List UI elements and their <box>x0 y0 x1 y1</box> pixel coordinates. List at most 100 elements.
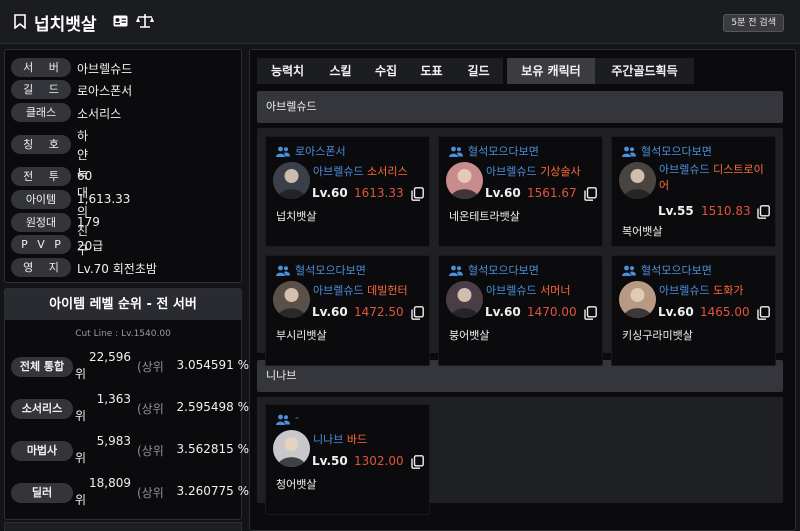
character-level: Lv.60 <box>312 186 348 200</box>
ranking-tag: (상위 <box>137 486 164 500</box>
avatar-portrait-icon <box>273 430 310 467</box>
bookmark-icon[interactable] <box>14 14 26 29</box>
tab-guild[interactable]: 길드 <box>454 58 503 84</box>
scale-icon[interactable] <box>136 13 154 29</box>
character-server-class: 아브렐슈드 데빌헌터 <box>313 282 408 298</box>
character-name: 부시리뱃살 <box>276 329 327 342</box>
profile-value: 로아스폰서 <box>77 84 133 98</box>
ranking-row: 딜러 18,809 위 (상위 3.260775 % <box>11 475 249 509</box>
ranking-label: 마법사 <box>11 441 73 461</box>
character-avatar <box>619 281 656 318</box>
character-card[interactable]: 혈석모으다보면 아브렐슈드 디스트로이어 Lv.55 1510.83 복어뱃살 <box>611 136 776 247</box>
character-item-level: 1472.50 <box>354 305 404 319</box>
profile-value: 1,613.33 <box>77 192 131 206</box>
character-server-class: 아브렐슈드 서머너 <box>486 282 570 298</box>
tab-chart[interactable]: 도표 <box>409 58 454 84</box>
character-level: Lv.60 <box>485 305 521 319</box>
ranking-label: 소서리스 <box>11 399 73 419</box>
character-guild: 혈석모으다보면 <box>641 145 712 158</box>
character-level: Lv.50 <box>312 454 348 468</box>
copy-icon[interactable] <box>584 187 597 201</box>
character-card[interactable]: 로아스폰서 아브렐슈드 소서리스 Lv.60 1613.33 넙치뱃살 <box>265 136 430 247</box>
character-card[interactable]: 혈석모으다보면 아브렐슈드 데빌헌터 Lv.60 1472.50 부시리뱃살 <box>265 255 430 366</box>
guild-members-icon <box>622 265 636 276</box>
profile-label: 서 버 <box>11 58 71 77</box>
tab-collection[interactable]: 수집 <box>363 58 409 84</box>
copy-icon[interactable] <box>757 205 770 219</box>
character-name: 청어뱃살 <box>276 478 317 491</box>
ranking-cutline: Cut Line : Lv.1540.00 <box>75 329 171 339</box>
profile-value: 179 <box>77 215 100 229</box>
ranking-rank: 18,809 위 <box>73 475 131 509</box>
character-server: 아브렐슈드 <box>486 165 537 178</box>
profile-label: 전 투 <box>11 167 71 186</box>
copy-icon[interactable] <box>757 306 770 320</box>
character-card[interactable]: 혈석모으다보면 아브렐슈드 도화가 Lv.60 1465.00 키싱구라미뱃살 <box>611 255 776 366</box>
ranking-percent: 3.054591 % <box>176 358 249 372</box>
profile-value: Lv.70 회전초밤 <box>77 262 157 276</box>
copy-icon[interactable] <box>411 455 424 469</box>
refresh-search-button[interactable]: 5분 전 검색 <box>723 14 784 32</box>
copy-icon[interactable] <box>411 187 424 201</box>
character-item-level: 1470.00 <box>527 305 577 319</box>
character-avatar <box>619 162 656 199</box>
ranking-row: 전체 통합 22,596 위 (상위 3.054591 % <box>11 349 249 383</box>
ranking-rank: 22,596 위 <box>73 349 131 383</box>
character-server: 아브렐슈드 <box>659 163 710 176</box>
avatar-portrait-icon <box>273 281 310 318</box>
character-server-class: 아브렐슈드 도화가 <box>659 282 743 298</box>
character-server: 아브렐슈드 <box>313 165 364 178</box>
ranking-label: 딜러 <box>11 483 73 503</box>
character-level: Lv.60 <box>658 305 694 319</box>
avatar-portrait-icon <box>273 162 310 199</box>
character-server: 아브렐슈드 <box>486 284 537 297</box>
avatar-portrait-icon <box>619 281 656 318</box>
character-avatar <box>273 281 310 318</box>
profile-label: 원정대 <box>11 213 71 232</box>
guild-members-icon <box>449 265 463 276</box>
id-card-icon[interactable] <box>113 15 128 27</box>
profile-label: 칭 호 <box>11 135 71 154</box>
profile-label: P V P <box>11 235 71 254</box>
ranking-rank-unit: 위 <box>75 451 87 465</box>
tab-weekly-gold[interactable]: 주간골드획득 <box>595 58 694 84</box>
character-card[interactable]: 혈석모으다보면 아브렐슈드 서머너 Lv.60 1470.00 붕어뱃살 <box>438 255 603 366</box>
tab-stats[interactable]: 능력치 <box>257 58 318 84</box>
character-class: 기상술사 <box>540 165 581 178</box>
copy-icon[interactable] <box>411 306 424 320</box>
character-item-level: 1302.00 <box>354 454 404 468</box>
profile-value: 60 <box>77 169 93 183</box>
ranking-title: 아이템 레벨 순위 - 전 서버 <box>5 289 241 320</box>
copy-icon[interactable] <box>584 306 597 320</box>
ranking-percent: 3.562815 % <box>176 442 249 456</box>
ranking-rank-number: 22,596 <box>89 350 131 364</box>
profile-value: 소서리스 <box>77 107 122 121</box>
character-avatar <box>446 281 483 318</box>
character-class: 데빌헌터 <box>367 284 408 297</box>
tab-owned-characters[interactable]: 보유 캐릭터 <box>507 58 595 84</box>
ranking-rank-unit: 위 <box>75 493 87 507</box>
character-server: 아브렐슈드 <box>313 284 364 297</box>
ranking-row: 소서리스 1,363 위 (상위 2.595498 % <box>11 392 249 425</box>
character-name: 복어뱃살 <box>622 225 663 238</box>
guild-members-icon <box>622 146 636 157</box>
character-item-level: 1613.33 <box>354 186 404 200</box>
character-guild: 혈석모으다보면 <box>468 264 539 277</box>
character-guild: 로아스폰서 <box>295 145 346 158</box>
character-item-level: 1510.83 <box>701 204 751 218</box>
ranking-label: 전체 통합 <box>11 357 73 377</box>
character-class: 서머너 <box>540 284 571 297</box>
profile-value: 아브렐슈드 <box>77 62 133 76</box>
character-card[interactable]: - 니나브 바드 Lv.50 1302.00 청어뱃살 <box>265 404 430 515</box>
tab-skills[interactable]: 스킬 <box>318 58 363 84</box>
ranking-rank-number: 18,809 <box>89 476 131 490</box>
character-server: 니나브 <box>313 433 344 446</box>
character-class: 바드 <box>346 433 368 446</box>
server-section-header: 아브렐슈드 <box>257 91 783 123</box>
character-avatar <box>273 162 310 199</box>
character-guild: 혈석모으다보면 <box>468 145 539 158</box>
character-name: 네온테트라뱃살 <box>449 210 520 223</box>
profile-label: 아이템 <box>11 190 71 209</box>
character-avatar <box>273 430 310 467</box>
character-card[interactable]: 혈석모으다보면 아브렐슈드 기상술사 Lv.60 1561.67 네온테트라뱃살 <box>438 136 603 247</box>
